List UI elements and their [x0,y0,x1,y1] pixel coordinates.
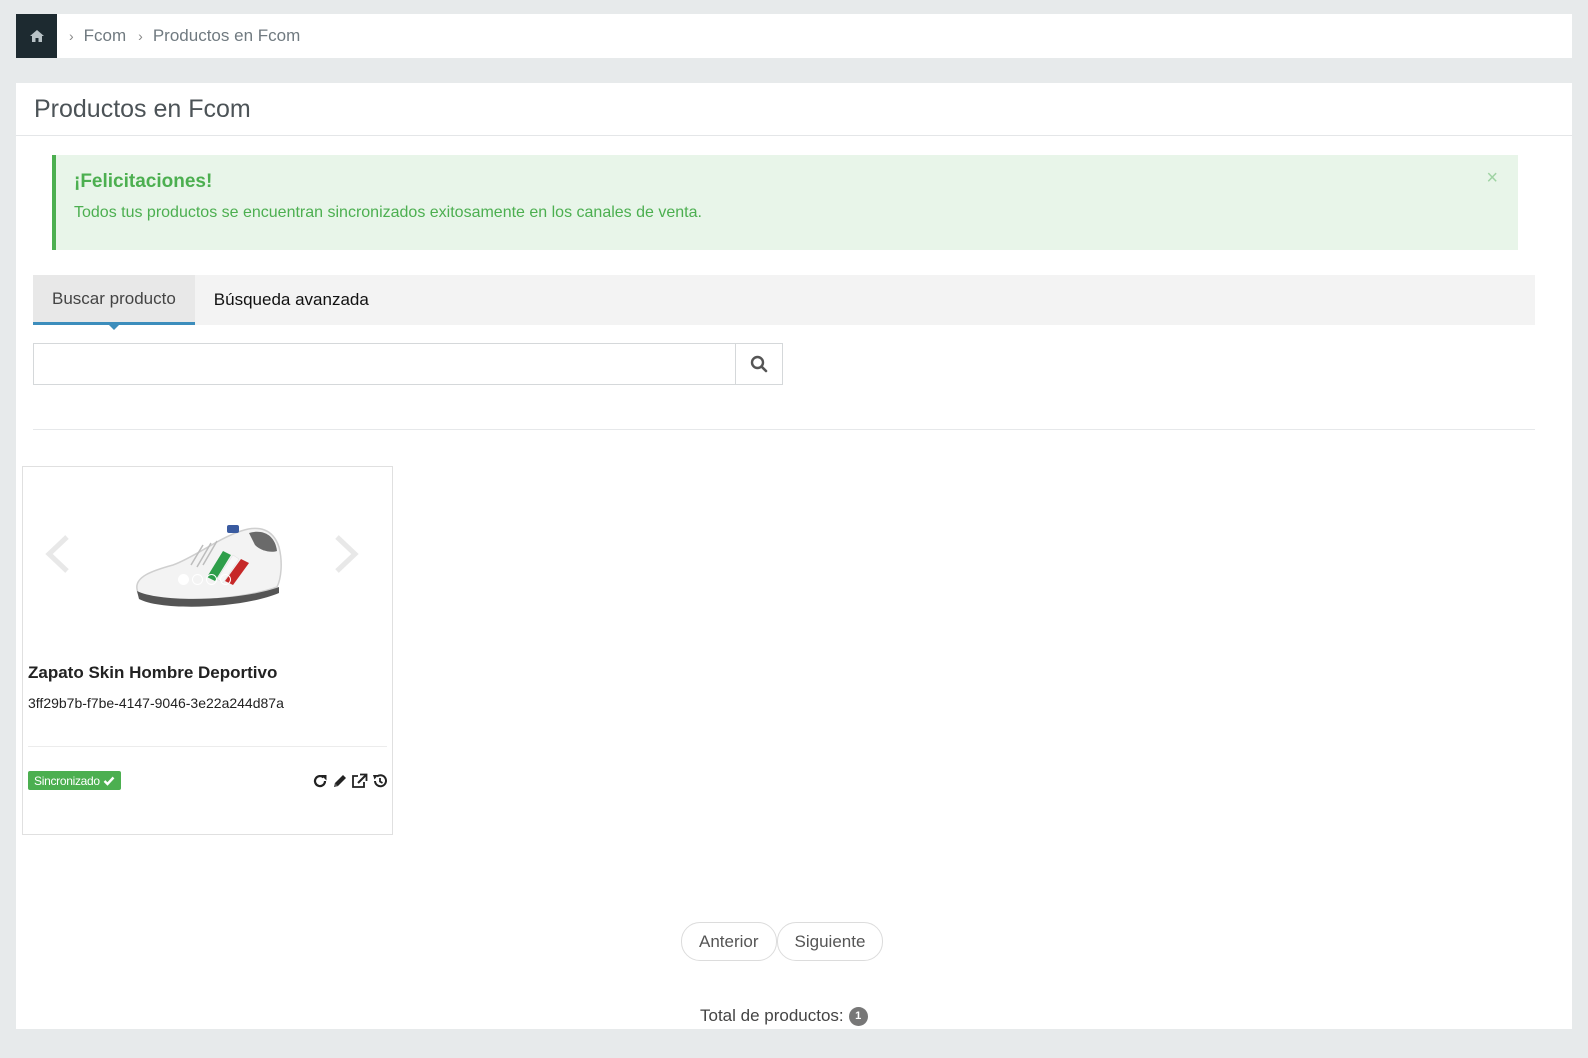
search-button[interactable] [735,344,782,384]
open-external-button[interactable] [351,772,368,789]
total-label: Total de productos: [700,1006,844,1025]
chevron-right-icon: › [138,28,143,44]
external-link-icon [352,773,368,788]
search-icon [750,355,768,373]
carousel-indicators [178,574,231,585]
check-icon [103,776,115,786]
product-id: 3ff29b7b-f7be-4147-9046-3e22a244d87a [28,695,284,711]
sync-button[interactable] [311,772,328,789]
carousel-dot-4[interactable] [220,574,231,585]
home-button[interactable] [16,14,57,58]
breadcrumb-current: Productos en Fcom [152,26,301,45]
search-input[interactable] [34,344,735,384]
product-image [136,525,282,607]
card-divider [28,746,387,747]
product-card: Zapato Skin Hombre Deportivo 3ff29b7b-f7… [22,466,393,835]
main-panel: Productos en Fcom ¡Felicitaciones! Todos… [16,83,1572,1029]
status-badge: Sincronizado [28,771,121,790]
search-tabs: Buscar producto Búsqueda avanzada [33,275,1535,330]
chevron-right-icon: › [69,28,74,44]
carousel-dot-1[interactable] [178,574,189,585]
tab-buscar-producto[interactable]: Buscar producto [33,275,195,330]
next-page-button[interactable]: Siguiente [776,922,884,961]
breadcrumb-link-fcom[interactable]: Fcom [84,26,127,46]
breadcrumb: › Fcom › Productos en Fcom [16,14,1572,58]
previous-page-button[interactable]: Anterior [681,922,777,961]
home-icon [29,30,44,42]
product-name[interactable]: Zapato Skin Hombre Deportivo [28,663,277,683]
edit-button[interactable] [331,772,348,789]
total-products: Total de productos: 1 [700,1006,868,1026]
product-image-carousel [23,481,392,631]
carousel-dot-3[interactable] [206,574,217,585]
page-title: Productos en Fcom [16,83,1572,136]
divider [33,429,1535,430]
alert-message: Todos tus productos se encuentran sincro… [74,204,702,221]
status-label: Sincronizado [34,773,100,788]
chevron-right-icon[interactable] [329,533,363,575]
product-actions [311,772,388,789]
alert-title: ¡Felicitaciones! [74,171,213,192]
tab-busqueda-avanzada[interactable]: Búsqueda avanzada [195,275,388,325]
chevron-left-icon[interactable] [41,533,75,575]
success-alert: ¡Felicitaciones! Todos tus productos se … [52,155,1518,250]
total-count-badge: 1 [848,1006,868,1026]
pencil-icon [333,774,346,787]
carousel-dot-2[interactable] [192,574,203,585]
search-bar [33,343,783,385]
history-button[interactable] [371,772,388,789]
history-icon [372,773,387,787]
pagination: Anterior Siguiente [681,922,884,961]
close-icon[interactable]: × [1486,167,1498,190]
refresh-icon [313,774,326,787]
